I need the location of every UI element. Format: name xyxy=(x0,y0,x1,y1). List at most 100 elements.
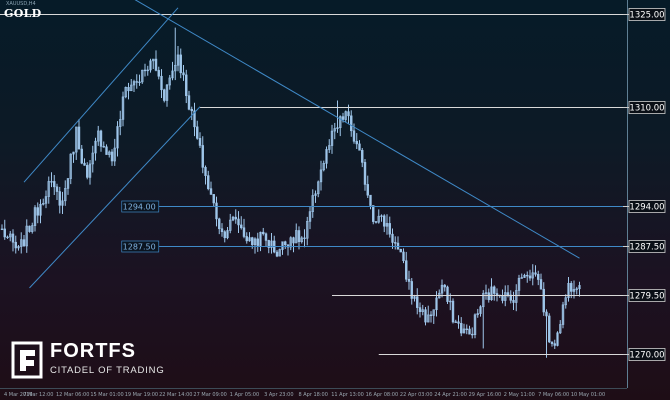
candle xyxy=(146,65,149,76)
candle xyxy=(53,175,56,195)
svg-text:1270.00: 1270.00 xyxy=(629,351,664,361)
candle xyxy=(55,183,59,201)
candle xyxy=(523,273,526,278)
candle xyxy=(116,121,119,157)
svg-text:1287.50: 1287.50 xyxy=(123,243,156,252)
candle xyxy=(553,339,556,349)
candle xyxy=(550,341,554,347)
candle xyxy=(396,236,400,250)
candle xyxy=(33,205,37,232)
candle xyxy=(174,27,177,81)
candle xyxy=(88,160,92,185)
candle xyxy=(482,290,485,349)
candle xyxy=(237,211,240,234)
candle xyxy=(314,190,317,203)
candle xyxy=(196,120,199,140)
x-tick-label: 11 Apr 13:00 xyxy=(331,392,364,398)
candle xyxy=(75,126,78,160)
candle xyxy=(223,230,226,243)
candle xyxy=(190,106,193,121)
candle xyxy=(517,274,521,297)
trendline-descending-resistance xyxy=(134,0,580,259)
candle xyxy=(234,209,237,224)
candle xyxy=(391,228,394,249)
candle xyxy=(102,141,105,148)
candle xyxy=(207,170,210,191)
candle xyxy=(9,230,12,242)
candle xyxy=(28,225,31,233)
candle xyxy=(119,110,122,136)
candle xyxy=(160,69,163,98)
candle xyxy=(512,291,515,311)
candle xyxy=(36,202,39,224)
candle xyxy=(451,298,455,324)
candle xyxy=(39,199,42,224)
candle xyxy=(300,236,303,244)
candle xyxy=(253,237,257,254)
candle xyxy=(47,176,50,204)
candle xyxy=(427,305,430,323)
candle xyxy=(292,236,295,253)
axis-price-label: 1310.00 xyxy=(623,101,666,114)
candle xyxy=(220,223,224,237)
candle xyxy=(369,194,372,210)
trendline-channel-upper xyxy=(23,7,179,183)
candle xyxy=(358,140,361,151)
candle xyxy=(344,110,347,123)
x-tick-label: 27 Mar 09:00 xyxy=(193,392,226,398)
candle xyxy=(383,214,386,233)
candle xyxy=(187,90,191,111)
price-axis-labels: 1325.00 1310.00 1294.00 1287.50 1279.50 1270.… xyxy=(623,8,666,361)
candle xyxy=(366,175,369,198)
candle xyxy=(363,158,367,191)
candles-layer xyxy=(0,27,581,358)
candle xyxy=(325,146,328,169)
candle xyxy=(215,196,218,227)
candle xyxy=(322,160,325,172)
chart-title: GOLD xyxy=(4,7,42,20)
candle xyxy=(165,83,169,107)
time-axis-labels: 4 Mar 20197 Mar 12:00 12 Mar 06:00 15 Mar … xyxy=(4,392,605,398)
candle xyxy=(204,165,207,185)
candle xyxy=(157,66,160,80)
candle xyxy=(303,229,306,248)
candle xyxy=(97,125,100,146)
candle xyxy=(94,137,97,161)
candle xyxy=(534,265,537,277)
candle xyxy=(457,315,460,329)
candle xyxy=(149,58,152,73)
candle xyxy=(462,323,466,334)
candle xyxy=(127,82,130,100)
candle xyxy=(440,279,444,298)
candle xyxy=(306,216,309,246)
candle xyxy=(179,48,182,79)
candle xyxy=(501,289,504,304)
candle xyxy=(424,307,427,326)
x-tick-label: 16 Apr 08:00 xyxy=(366,392,399,398)
candle xyxy=(72,151,75,163)
candle xyxy=(141,69,144,84)
candle xyxy=(350,110,353,137)
candle xyxy=(385,214,389,235)
candle xyxy=(515,284,518,312)
x-tick-label: 29 Apr 16:00 xyxy=(469,392,502,398)
candle xyxy=(6,235,9,239)
candle xyxy=(185,69,188,104)
candle xyxy=(240,216,243,230)
candle xyxy=(124,86,127,99)
candle xyxy=(193,102,196,137)
candle xyxy=(130,79,133,92)
candle xyxy=(135,74,138,89)
x-tick-label: 8 Apr 18:00 xyxy=(298,392,327,398)
candle xyxy=(182,65,185,81)
candle xyxy=(416,288,419,315)
candle xyxy=(295,223,298,244)
axis-price-label: 1270.00 xyxy=(623,348,666,361)
candle xyxy=(289,236,292,251)
candle xyxy=(308,205,312,230)
candle xyxy=(22,235,26,247)
candle xyxy=(542,282,545,316)
candle xyxy=(99,129,103,152)
candle xyxy=(168,74,171,90)
candle xyxy=(380,214,383,222)
